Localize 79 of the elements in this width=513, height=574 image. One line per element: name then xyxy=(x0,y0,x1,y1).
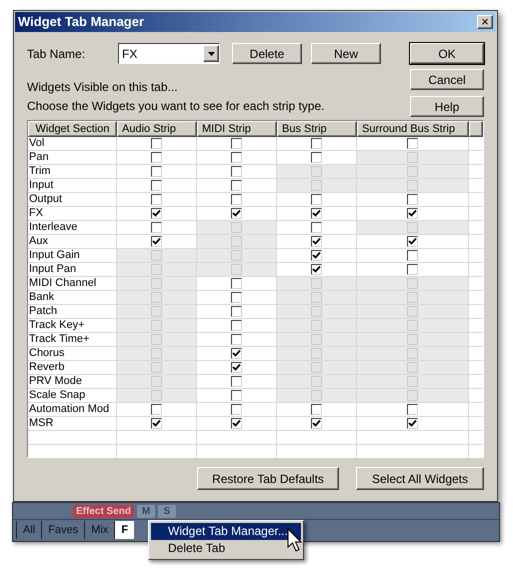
checkbox[interactable] xyxy=(311,404,322,415)
checkbox[interactable] xyxy=(407,404,418,415)
column-header[interactable]: MIDI Strip xyxy=(197,121,277,137)
checkbox[interactable] xyxy=(311,138,322,149)
widget-name-cell: FX xyxy=(28,207,117,220)
checkbox[interactable] xyxy=(407,138,418,149)
checkbox[interactable] xyxy=(311,236,322,247)
instruction-text: Widgets Visible on this tab... xyxy=(27,79,179,96)
checkbox[interactable] xyxy=(407,194,418,205)
strip-label: Effect Send xyxy=(73,504,134,518)
widget-name-cell: Input xyxy=(28,179,117,192)
checkbox[interactable] xyxy=(151,166,162,177)
checkbox[interactable] xyxy=(231,362,242,373)
checkbox[interactable] xyxy=(407,208,418,219)
checkbox[interactable] xyxy=(231,418,242,429)
widget-name-cell: Vol xyxy=(28,137,117,150)
checkbox[interactable] xyxy=(311,222,322,233)
checkbox[interactable] xyxy=(311,264,322,275)
widget-name-cell: Pan xyxy=(28,151,117,164)
checkbox[interactable] xyxy=(311,250,322,261)
checkbox[interactable] xyxy=(407,250,418,261)
widget-name-cell: Output xyxy=(28,193,117,206)
checkbox[interactable] xyxy=(151,404,162,415)
checkbox[interactable] xyxy=(311,208,322,219)
checkbox[interactable] xyxy=(311,418,322,429)
checkbox[interactable] xyxy=(151,222,162,233)
checkbox[interactable] xyxy=(151,208,162,219)
strip-tab[interactable]: F xyxy=(114,521,134,539)
checkbox[interactable] xyxy=(311,194,322,205)
checkbox[interactable] xyxy=(231,152,242,163)
dialog-button[interactable]: OK xyxy=(410,43,484,64)
checkbox[interactable] xyxy=(407,236,418,247)
strip-tab[interactable]: All xyxy=(16,521,42,539)
tab-name-combobox[interactable]: FX xyxy=(118,43,220,64)
dialog-button[interactable]: New xyxy=(311,43,381,64)
dialog-button[interactable]: Help xyxy=(410,96,484,117)
checkbox[interactable] xyxy=(151,236,162,247)
checkbox[interactable] xyxy=(231,334,242,345)
close-button[interactable]: × xyxy=(477,15,493,29)
widget-name-cell: MSR xyxy=(28,417,117,430)
checkbox[interactable] xyxy=(151,180,162,191)
widget-name-cell: Aux xyxy=(28,235,117,248)
checkbox[interactable] xyxy=(151,138,162,149)
checkbox[interactable] xyxy=(231,138,242,149)
checkbox[interactable] xyxy=(407,264,418,275)
dialog-button[interactable]: Delete xyxy=(232,43,302,64)
checkbox[interactable] xyxy=(231,376,242,387)
combobox-value: FX xyxy=(121,46,138,62)
dialog-button[interactable]: Select All Widgets xyxy=(356,467,484,490)
checkbox[interactable] xyxy=(231,208,242,219)
checkbox[interactable] xyxy=(151,194,162,205)
checkbox[interactable] xyxy=(231,348,242,359)
checkbox[interactable] xyxy=(231,194,242,205)
checkbox[interactable] xyxy=(231,390,242,401)
checkbox[interactable] xyxy=(231,320,242,331)
checkbox[interactable] xyxy=(407,418,418,429)
field-label: Tab Name: xyxy=(27,46,86,62)
checkbox[interactable] xyxy=(311,152,322,163)
strip-tab[interactable]: Faves xyxy=(41,521,84,539)
column-header[interactable]: Bus Strip xyxy=(277,121,357,137)
column-header[interactable]: Surround Bus Strip xyxy=(357,121,469,137)
dialog-button[interactable]: Cancel xyxy=(410,69,484,90)
widget-name-cell: Trim xyxy=(28,165,117,178)
checkbox[interactable] xyxy=(231,166,242,177)
checkbox[interactable] xyxy=(231,404,242,415)
column-header[interactable]: Widget Section xyxy=(28,121,117,137)
widget-name-cell: Automation Mod xyxy=(28,403,117,416)
checkbox[interactable] xyxy=(231,180,242,191)
menu-item[interactable]: Widget Tab Manager... xyxy=(151,523,301,540)
checkbox[interactable] xyxy=(231,306,242,317)
checkbox[interactable] xyxy=(151,152,162,163)
dialog-button[interactable]: Restore Tab Defaults xyxy=(197,467,339,490)
checkbox[interactable] xyxy=(151,418,162,429)
checkbox[interactable] xyxy=(231,278,242,289)
instruction-text: Choose the Widgets you want to see for each strip type. xyxy=(27,98,326,115)
column-header[interactable]: Audio Strip xyxy=(117,121,197,137)
window-title: Widget Tab Manager xyxy=(18,13,144,32)
checkbox[interactable] xyxy=(231,292,242,303)
widget-name-cell: Interleave xyxy=(28,221,117,234)
